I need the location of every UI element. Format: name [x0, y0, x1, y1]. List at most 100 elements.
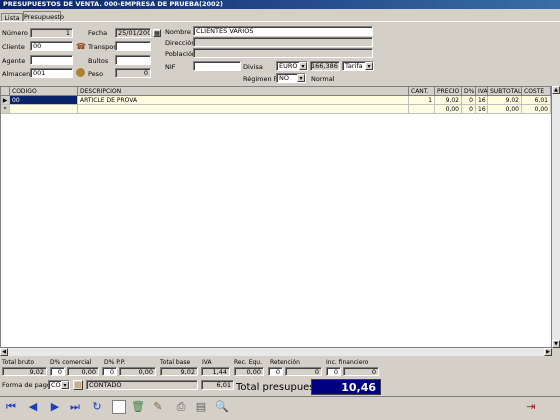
cell-coste: 6,01	[522, 96, 551, 105]
fecha-field[interactable]: 25/01/2003	[115, 28, 151, 38]
almacen-field[interactable]: 001	[30, 68, 73, 78]
window-title: PRESUPUESTOS DE VENTA. 000-EMPRESA DE PR…	[0, 0, 560, 9]
scroll-up-icon[interactable]: ▲	[552, 86, 560, 94]
bultos-field[interactable]	[115, 55, 151, 65]
cell-iva[interactable]: 16	[476, 105, 488, 114]
toolbar-divider	[0, 396, 560, 397]
direccion-label: Dirección	[165, 39, 196, 47]
row-pointer-icon: ▶	[1, 96, 10, 105]
peso-label: Peso	[88, 70, 104, 78]
row-new-icon: *	[1, 105, 10, 114]
cell-precio[interactable]: 0,00	[435, 105, 462, 114]
next-record-icon[interactable]: ▶	[48, 400, 62, 414]
cell-dto[interactable]: 0	[462, 96, 476, 105]
recequ-field: 0,00	[234, 367, 264, 376]
calendar-icon[interactable]: ▦	[153, 29, 161, 37]
exit-icon[interactable]: ⇥	[524, 400, 538, 414]
tarifa-dropdown-icon[interactable]: ▾	[365, 62, 373, 70]
col-precio[interactable]: PRECIO	[435, 87, 462, 96]
search-icon[interactable]: 🔍	[215, 400, 229, 414]
dpp-label: D% P.P.	[104, 359, 126, 366]
cell-iva[interactable]: 16	[476, 96, 488, 105]
cell-codigo[interactable]: 00	[10, 96, 78, 105]
first-record-icon[interactable]: ⏮	[4, 400, 18, 414]
regimen-dropdown-icon[interactable]: ▾	[297, 74, 305, 82]
dcomercial-value-field: 0,00	[67, 367, 99, 376]
preview-icon[interactable]: ▤	[194, 400, 208, 414]
cliente-label: Cliente	[2, 43, 25, 51]
incfin-pct-field[interactable]: 0	[326, 367, 341, 376]
peso-field: 0	[115, 68, 151, 78]
last-record-icon[interactable]: ⏭	[68, 400, 82, 414]
cell-coste: 0,00	[522, 105, 551, 114]
cell-dto[interactable]: 0	[462, 105, 476, 114]
divisa-label: Divisa	[243, 63, 263, 71]
formapago-dropdown-icon[interactable]: ▾	[61, 381, 69, 389]
new-doc-icon[interactable]	[112, 400, 126, 414]
agente-label: Agente	[2, 57, 26, 65]
dpp-value-field: 0,00	[119, 367, 156, 376]
edit-icon[interactable]: ✎	[151, 400, 165, 414]
tab-divider	[0, 21, 560, 22]
nombre-field[interactable]: CLIENTES VARIOS	[193, 26, 373, 36]
poblacion-field	[193, 48, 373, 58]
formapago-text-field: CONTADO	[86, 380, 198, 390]
cell-descripcion[interactable]: ARTICLE DE PROVA	[78, 96, 409, 105]
refresh-icon[interactable]: ↻	[90, 400, 104, 414]
direccion-field	[193, 37, 373, 47]
cliente-field[interactable]: 00	[30, 41, 73, 51]
vertical-scrollbar[interactable]: ▲ ▼	[552, 86, 560, 348]
scroll-down-icon[interactable]: ▼	[552, 340, 560, 348]
numero-label: Número	[2, 29, 28, 37]
cell-cant[interactable]: 1	[409, 96, 435, 105]
divisa-rate-field: 166,386	[310, 61, 340, 71]
total-bruto-label: Total bruto	[2, 359, 35, 366]
cell-subtotal: 9,02	[488, 96, 522, 105]
horizontal-scrollbar[interactable]: ◀ ▶	[0, 348, 552, 356]
formapago-lookup-icon[interactable]: ▤	[73, 380, 83, 390]
total-bruto-field: 9,02	[2, 367, 47, 376]
agente-field[interactable]	[30, 55, 73, 65]
col-codigo[interactable]: CODIGO	[10, 87, 78, 96]
bultos-label: Bultos	[88, 57, 109, 65]
scroll-right-icon[interactable]: ▶	[544, 348, 552, 356]
iva-label: IVA	[202, 359, 212, 366]
coste-total-field: 6,01	[201, 380, 234, 390]
total-base-label: Total base	[160, 359, 191, 366]
regimen-label: Régimen F.	[243, 75, 279, 83]
col-descripcion[interactable]: DESCRIPCION	[78, 87, 409, 96]
col-coste[interactable]: COSTE	[522, 87, 551, 96]
lines-grid[interactable]: CODIGO DESCRIPCION CANT. PRECIO D% IVA S…	[0, 86, 552, 348]
formapago-label: Forma de pago	[2, 381, 51, 389]
dpp-pct-field[interactable]: 0	[102, 367, 117, 376]
col-iva[interactable]: IVA	[476, 87, 488, 96]
cell-codigo[interactable]	[10, 105, 78, 114]
client-lookup-icon[interactable]: ☎	[76, 42, 86, 51]
incfin-value-field: 0	[343, 367, 379, 376]
retencion-label: Retención	[270, 359, 300, 366]
col-cant[interactable]: CANT.	[409, 87, 435, 96]
dcomercial-label: D% comercial	[50, 359, 92, 366]
transporte-field[interactable]	[115, 41, 151, 51]
numero-field: 1	[30, 28, 73, 38]
cell-descripcion[interactable]	[78, 105, 409, 114]
delete-icon[interactable]: 🗑	[131, 400, 145, 414]
nif-field[interactable]	[193, 61, 241, 71]
scroll-left-icon[interactable]: ◀	[0, 348, 8, 356]
row-indicator-header	[1, 87, 10, 96]
total-base-field: 9,02	[160, 367, 198, 376]
dcomercial-pct-field[interactable]: 0	[50, 367, 65, 376]
nombre-label: Nombre	[165, 28, 191, 36]
col-dto[interactable]: D%	[462, 87, 476, 96]
recequ-label: Rec. Equ.	[234, 359, 263, 366]
retencion-pct-field[interactable]: 0	[268, 367, 283, 376]
print-icon[interactable]: ⎙	[174, 400, 188, 414]
prev-record-icon[interactable]: ◀	[26, 400, 40, 414]
almacen-label: Almacen	[2, 70, 31, 78]
cell-precio[interactable]: 9,02	[435, 96, 462, 105]
fecha-label: Fecha	[88, 29, 108, 37]
divisa-dropdown-icon[interactable]: ▾	[299, 62, 307, 70]
incfin-label: Inc. financiero	[326, 359, 369, 366]
cell-cant[interactable]	[409, 105, 435, 114]
col-subtotal[interactable]: SUBTOTAL	[488, 87, 522, 96]
